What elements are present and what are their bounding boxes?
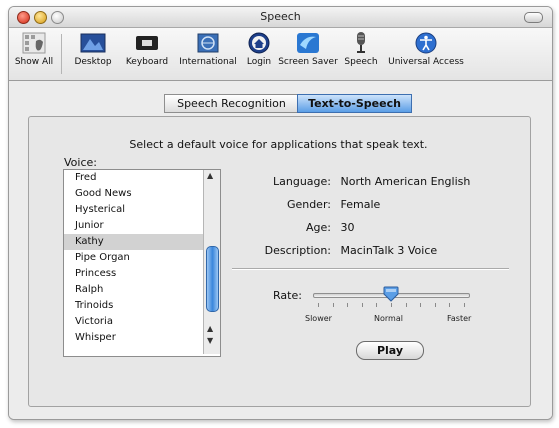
toolbar-item-login[interactable]: Login [244, 31, 274, 67]
preferences-toolbar: Show All Desktop Keyboard International … [9, 28, 552, 81]
toolbar-divider [61, 34, 62, 74]
tab-text-to-speech[interactable]: Text-to-Speech [297, 94, 412, 113]
voice-item-pipe-organ[interactable]: Pipe Organ [64, 250, 220, 266]
rate-tick [347, 303, 349, 307]
voice-prompt: Select a default voice for applications … [129, 138, 428, 151]
voice-item-good-news[interactable]: Good News [64, 186, 220, 202]
voice-item-whisper[interactable]: Whisper [64, 330, 220, 346]
gender-row: Gender: Female [240, 198, 380, 211]
scroll-thumb[interactable] [206, 246, 219, 312]
toolbar-toggle-button[interactable] [524, 12, 543, 23]
apple-grid-icon [21, 31, 47, 55]
toolbar-label: Keyboard [125, 57, 169, 67]
language-value: North American English [340, 175, 471, 188]
voice-item-princess[interactable]: Princess [64, 266, 220, 282]
toolbar-label: Universal Access [388, 57, 464, 67]
voice-label: Voice: [64, 156, 97, 169]
voice-item-trinoids[interactable]: Trinoids [64, 298, 220, 314]
rate-normal-label: Normal [374, 314, 403, 323]
toolbar-label: Login [246, 57, 272, 67]
microphone-icon [348, 31, 374, 55]
scroll-up-arrow-icon[interactable]: ▲ [207, 324, 213, 333]
universal-access-icon [413, 31, 439, 55]
rate-tick [376, 303, 378, 307]
voice-item-kathy[interactable]: Kathy [64, 234, 220, 250]
toolbar-label: Desktop [74, 57, 112, 67]
play-button[interactable]: Play [356, 341, 424, 360]
toolbar-item-screen-saver[interactable]: Screen Saver [277, 31, 339, 67]
screensaver-icon [295, 31, 321, 55]
title-bar[interactable]: Speech [9, 7, 552, 28]
gender-label: Gender: [286, 198, 331, 211]
rate-tick [449, 303, 451, 307]
login-house-icon [246, 31, 272, 55]
age-label: Age: [306, 221, 331, 234]
window-title: Speech [260, 10, 301, 23]
voice-item-ralph[interactable]: Ralph [64, 282, 220, 298]
toolbar-label: Speech [344, 57, 378, 67]
toolbar-item-international[interactable]: International [176, 31, 240, 67]
voice-list-scrollbar[interactable]: ▲ ▲ ▼ [203, 170, 220, 354]
toolbar-item-universal-access[interactable]: Universal Access [383, 31, 469, 67]
language-row: Language: North American English [240, 175, 470, 188]
rate-tick [405, 303, 407, 307]
language-label: Language: [273, 175, 331, 188]
rate-tick [420, 303, 422, 307]
rate-tick [332, 303, 334, 307]
voice-item-hysterical[interactable]: Hysterical [64, 202, 220, 218]
scroll-up-arrow-icon[interactable]: ▲ [207, 171, 213, 180]
rate-tick [391, 303, 392, 307]
tab-speech-recognition[interactable]: Speech Recognition [164, 94, 299, 113]
toolbar-label: Show All [14, 57, 54, 67]
toolbar-item-show-all[interactable]: Show All [12, 31, 56, 67]
keyboard-icon [134, 31, 160, 55]
scroll-down-arrow-icon[interactable]: ▼ [207, 336, 213, 345]
rate-tick [318, 303, 319, 307]
rate-slower-label: Slower [305, 314, 332, 323]
rate-faster-label: Faster [447, 314, 472, 323]
flag-icon [195, 31, 221, 55]
description-row: Description: MacinTalk 3 Voice [240, 244, 438, 257]
rate-tick [464, 303, 465, 307]
description-label: Description: [264, 244, 331, 257]
voice-item-junior[interactable]: Junior [64, 218, 220, 234]
section-divider [232, 268, 509, 270]
description-value: MacinTalk 3 Voice [340, 244, 438, 257]
toolbar-item-speech[interactable]: Speech [342, 31, 380, 67]
rate-label: Rate: [273, 289, 302, 302]
voice-item-victoria[interactable]: Victoria [64, 314, 220, 330]
age-row: Age: 30 [240, 221, 355, 234]
toolbar-item-keyboard[interactable]: Keyboard [121, 31, 173, 67]
toolbar-item-desktop[interactable]: Desktop [69, 31, 117, 67]
rate-tick [361, 303, 363, 307]
voice-item-fred[interactable]: Fred [64, 170, 220, 186]
rate-tick [434, 303, 436, 307]
desktop-icon [80, 31, 106, 55]
gender-value: Female [340, 198, 381, 211]
voice-list[interactable]: Fred Good News Hysterical Junior Kathy P… [63, 169, 221, 357]
toolbar-label: Screen Saver [278, 57, 338, 67]
toolbar-label: International [179, 57, 237, 67]
age-value: 30 [340, 221, 355, 234]
